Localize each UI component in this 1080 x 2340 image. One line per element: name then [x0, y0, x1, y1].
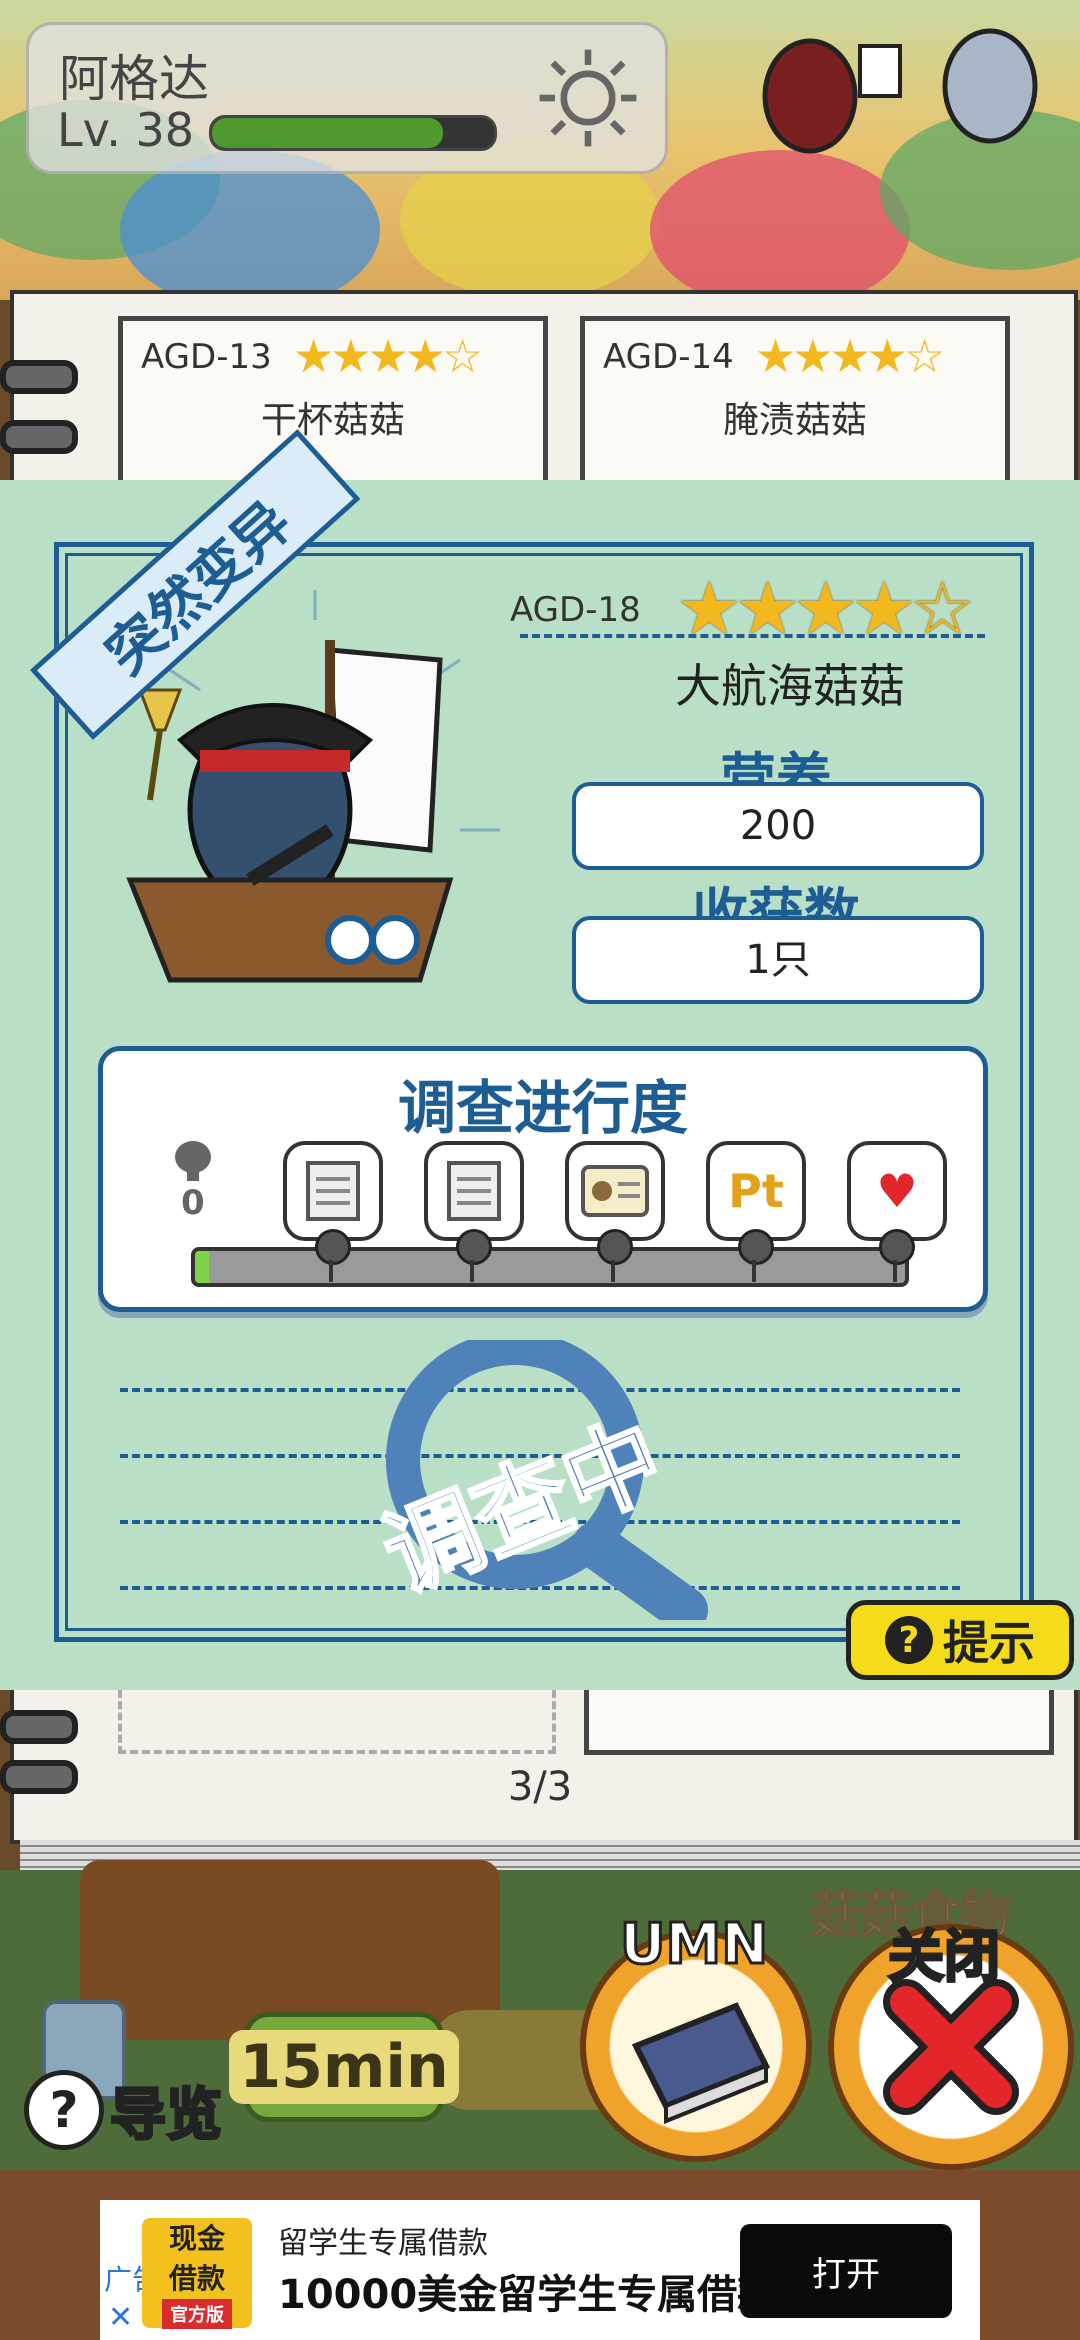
milestone-knob: [879, 1229, 915, 1282]
umn-label: UMN: [618, 1911, 769, 1979]
document-icon[interactable]: [424, 1141, 524, 1241]
collection-card[interactable]: [584, 1690, 1054, 1755]
exp-bar: [209, 115, 497, 151]
player-profile-panel[interactable]: 阿格达 Lv. 38: [26, 22, 668, 174]
binder-ring: [0, 360, 78, 394]
card-icon[interactable]: [565, 1141, 665, 1241]
ad-logo-mid: 借款: [168, 2262, 225, 2295]
ad-logo: 现金 借款 官方版: [142, 2218, 252, 2329]
mushroom-code: AGD-18: [510, 590, 641, 630]
timer-value: 15min: [229, 2030, 459, 2104]
binder-ring: [0, 420, 78, 454]
guide-button[interactable]: ? 导览: [24, 2070, 224, 2150]
ad-subtitle: 留学生专属借款: [278, 2226, 488, 2261]
page-indicator: 3/3: [507, 1764, 573, 1810]
ad-open-button[interactable]: 打开: [740, 2224, 952, 2318]
card-stars: ★★★★☆: [293, 329, 483, 383]
divider: [520, 634, 985, 638]
document-icon[interactable]: [283, 1141, 383, 1241]
guide-label: 导览: [109, 2081, 224, 2149]
mushroom-name: 大航海菇菇: [675, 659, 905, 713]
ad-headline: 10000美金留学生专属借款: [278, 2272, 778, 2318]
characters-illustration-icon: [762, 28, 1038, 154]
binder-ring: [0, 1710, 78, 1744]
card-code: AGD-14: [603, 337, 734, 377]
research-counter: 0: [181, 1183, 205, 1223]
player-level: Lv. 38: [57, 103, 195, 157]
timer-badge[interactable]: 15min: [229, 2012, 459, 2122]
harvest-value: 1只: [572, 916, 984, 1004]
player-name: 阿格达: [59, 50, 209, 108]
milestone-knob: [738, 1229, 774, 1282]
ad-banner[interactable]: 广告 ✕ 现金 借款 官方版 留学生专属借款 10000美金留学生专属借款 打开: [100, 2200, 980, 2340]
research-progress-title: 调查进行度: [397, 1074, 688, 1142]
settings-sun-icon[interactable]: [533, 43, 643, 153]
card-name: 干杯菇菇: [260, 400, 405, 441]
mushroom-rarity-stars: ★★★★☆: [676, 566, 976, 652]
card-code: AGD-13: [141, 337, 272, 377]
milestone-knob: [456, 1229, 492, 1282]
question-icon: ?: [24, 2070, 104, 2150]
card-stars: ★★★★☆: [755, 329, 945, 383]
empty-slot: [118, 1690, 556, 1754]
mushroom-detail-modal: 突然变异 AGD-18 ★★★★☆ 大航海菇菇 营养 200 收获数 1只 调查…: [0, 429, 1080, 1690]
researching-stamp: 调查中: [350, 1340, 730, 1620]
ad-logo-sub: 官方版: [162, 2299, 232, 2329]
nutrition-value: 200: [572, 782, 984, 870]
research-progress-panel: 调查进行度 0 Pt ♥: [98, 1046, 988, 1312]
close-label: 关闭: [887, 1924, 1002, 1992]
pt-icon[interactable]: Pt: [706, 1141, 806, 1241]
milestone-knob: [315, 1229, 351, 1282]
ad-close-icon[interactable]: ✕: [108, 2300, 133, 2335]
heart-icon[interactable]: ♥: [847, 1141, 947, 1241]
ad-logo-top: 现金: [168, 2222, 225, 2255]
card-name: 腌渍菇菇: [722, 400, 867, 441]
hint-button[interactable]: ? 提示: [846, 1600, 1074, 1680]
hint-label: 提示: [943, 1616, 1035, 1670]
question-icon: ?: [885, 1616, 933, 1664]
milestone-knob: [597, 1229, 633, 1282]
research-progress-bar: [191, 1247, 909, 1287]
